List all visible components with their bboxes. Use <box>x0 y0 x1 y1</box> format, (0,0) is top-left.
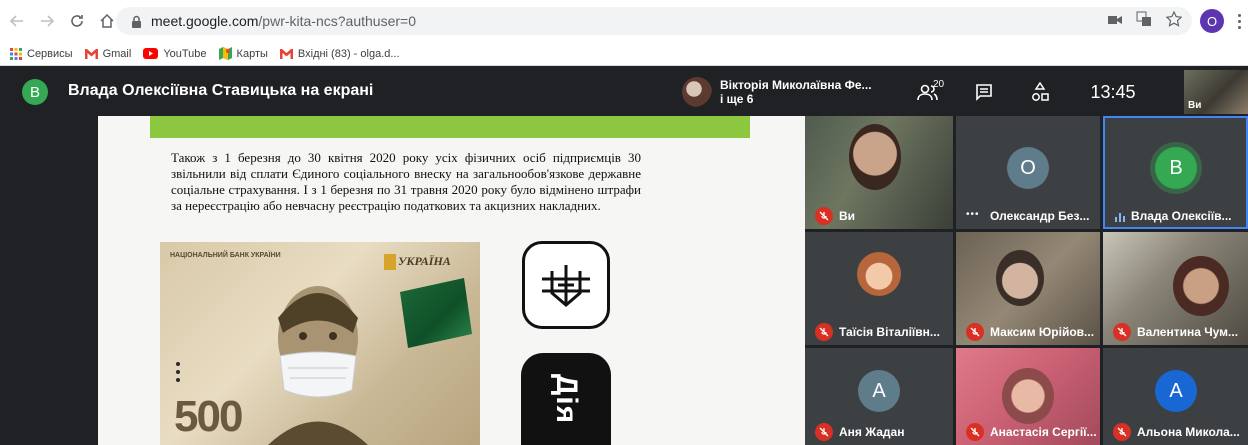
reload-button[interactable] <box>64 8 90 34</box>
diia-app-logo: Дія <box>521 353 611 445</box>
banknote-image: НАЦІОНАЛЬНИЙ БАНК УКРАЇНИ УКРАЇНА 500 <box>160 242 480 445</box>
mic-off-icon <box>966 423 984 441</box>
speaker-photo <box>682 77 712 107</box>
meeting-clock: 13:45 <box>1090 81 1136 102</box>
browser-menu-button[interactable] <box>1234 10 1244 32</box>
banknote-country-label: УКРАЇНА <box>398 254 451 268</box>
apps-grid-icon <box>10 47 22 60</box>
maps-icon <box>218 47 232 60</box>
chat-button[interactable] <box>956 72 1012 112</box>
arrow-right-icon <box>41 15 55 27</box>
bookmarks-bar: Сервисы Gmail YouTube Карты Вхідні (83) … <box>0 42 1248 66</box>
more-dots-icon: ••• <box>966 209 980 220</box>
diia-label: Дія <box>550 373 583 425</box>
profile-avatar[interactable]: O <box>1200 9 1224 33</box>
participant-name: Аня Жадан <box>839 425 905 439</box>
address-bar[interactable]: meet.google.com/pwr-kita-ncs?authuser=0 <box>116 7 1192 35</box>
slide-body-text: Також з 1 березня до 30 квітня 2020 року… <box>171 150 641 213</box>
trident-icon <box>384 254 396 270</box>
shared-slide: Також з 1 березня до 30 квітня 2020 року… <box>98 116 805 445</box>
participant-tile[interactable]: О ••• Олександр Без... <box>956 116 1100 229</box>
active-speaker[interactable]: Вікторія Миколаївна Фе... і ще 6 <box>676 72 896 112</box>
portrait-with-mask <box>268 286 368 445</box>
participant-grid: Ви О ••• Олександр Без... В Влада Олексі… <box>805 116 1248 445</box>
people-button[interactable]: 20 <box>900 72 956 112</box>
tactile-dots <box>176 362 180 382</box>
reload-icon <box>71 15 83 27</box>
presentation-title: Влада Олексіївна Ставицька на екрані <box>68 82 374 99</box>
shapes-icon <box>1032 82 1049 101</box>
participant-name: Максим Юрійов... <box>990 325 1095 339</box>
participant-tile[interactable]: Валентина Чум... <box>1103 232 1248 345</box>
participant-photo <box>857 252 901 296</box>
translate-icon[interactable] <box>1136 11 1152 32</box>
participant-video <box>996 250 1044 306</box>
browser-toolbar: meet.google.com/pwr-kita-ncs?authuser=0 … <box>0 0 1248 42</box>
participant-video <box>1002 368 1054 424</box>
bookmark-apps[interactable]: Сервисы <box>10 47 73 60</box>
bookmark-youtube[interactable]: YouTube <box>143 48 207 60</box>
speaker-name: Вікторія Миколаївна Фе... <box>720 78 872 92</box>
speaking-indicator-icon <box>1115 213 1125 222</box>
arrow-left-icon <box>9 15 23 27</box>
url-text: meet.google.com/pwr-kita-ncs?authuser=0 <box>151 13 416 29</box>
participant-tile-speaking[interactable]: В Влада Олексіїв... <box>1103 116 1248 229</box>
participant-name: Анастасія Сергії... <box>990 425 1097 439</box>
participant-tile[interactable]: Ви <box>805 116 953 229</box>
bookmark-star-icon[interactable] <box>1165 10 1183 32</box>
bookmark-gmail[interactable]: Gmail <box>84 48 131 60</box>
mic-off-icon <box>1113 323 1131 341</box>
gmail-icon <box>279 48 293 59</box>
banknote-bank-label: НАЦІОНАЛЬНИЙ БАНК УКРАЇНИ <box>170 252 281 259</box>
participant-tile[interactable]: Таїсія Віталіївн... <box>805 232 953 345</box>
meet-window: В Влада Олексіївна Ставицька на екрані В… <box>0 66 1248 445</box>
participant-avatar: А <box>858 370 900 412</box>
people-count: 20 <box>933 79 945 90</box>
participant-name: Таїсія Віталіївн... <box>839 325 940 339</box>
participant-tile[interactable]: Анастасія Сергії... <box>956 348 1100 445</box>
participant-name: Олександр Без... <box>990 209 1090 223</box>
participant-name: Ви <box>839 209 856 223</box>
bookmark-inbox[interactable]: Вхідні (83) - olga.d... <box>279 48 400 60</box>
trident-logo <box>522 241 610 329</box>
youtube-icon <box>143 48 159 59</box>
bookmark-maps[interactable]: Карты <box>218 47 268 60</box>
participant-tile[interactable]: Максим Юрійов... <box>956 232 1100 345</box>
mic-off-icon <box>1113 423 1131 441</box>
participant-name: Валентина Чум... <box>1137 325 1239 339</box>
mic-off-icon <box>966 323 984 341</box>
activities-button[interactable] <box>1012 72 1068 112</box>
slide-header-bar <box>150 116 750 138</box>
participant-video <box>1173 256 1229 316</box>
participant-video <box>849 124 901 190</box>
participant-tile[interactable]: А Аня Жадан <box>805 348 953 445</box>
chat-icon <box>976 84 992 101</box>
back-button[interactable] <box>4 8 30 34</box>
trident-icon <box>542 265 590 307</box>
presenter-avatar: В <box>22 79 48 105</box>
participant-avatar: В <box>1155 147 1197 189</box>
participant-name: Влада Олексіїв... <box>1131 209 1232 223</box>
lock-icon <box>129 14 143 28</box>
meet-topbar: В Влада Олексіївна Ставицька на екрані В… <box>0 66 1248 116</box>
banknote-value: 500 <box>174 392 243 441</box>
participant-tile[interactable]: А Альона Микола... <box>1103 348 1248 445</box>
mic-off-icon <box>815 423 833 441</box>
camera-in-use-icon[interactable] <box>1108 12 1122 30</box>
participant-avatar: О <box>1007 147 1049 189</box>
participant-name: Альона Микола... <box>1137 425 1240 439</box>
self-label: Ви <box>1188 100 1202 111</box>
participant-avatar: А <box>1155 370 1197 412</box>
self-preview[interactable]: Ви <box>1184 70 1248 114</box>
forward-button[interactable] <box>34 8 60 34</box>
mic-off-icon <box>815 207 833 225</box>
banknote-emblem <box>400 278 472 348</box>
home-icon <box>100 13 114 28</box>
gmail-icon <box>84 48 98 59</box>
mic-off-icon <box>815 323 833 341</box>
speaker-more: і ще 6 <box>720 92 754 106</box>
